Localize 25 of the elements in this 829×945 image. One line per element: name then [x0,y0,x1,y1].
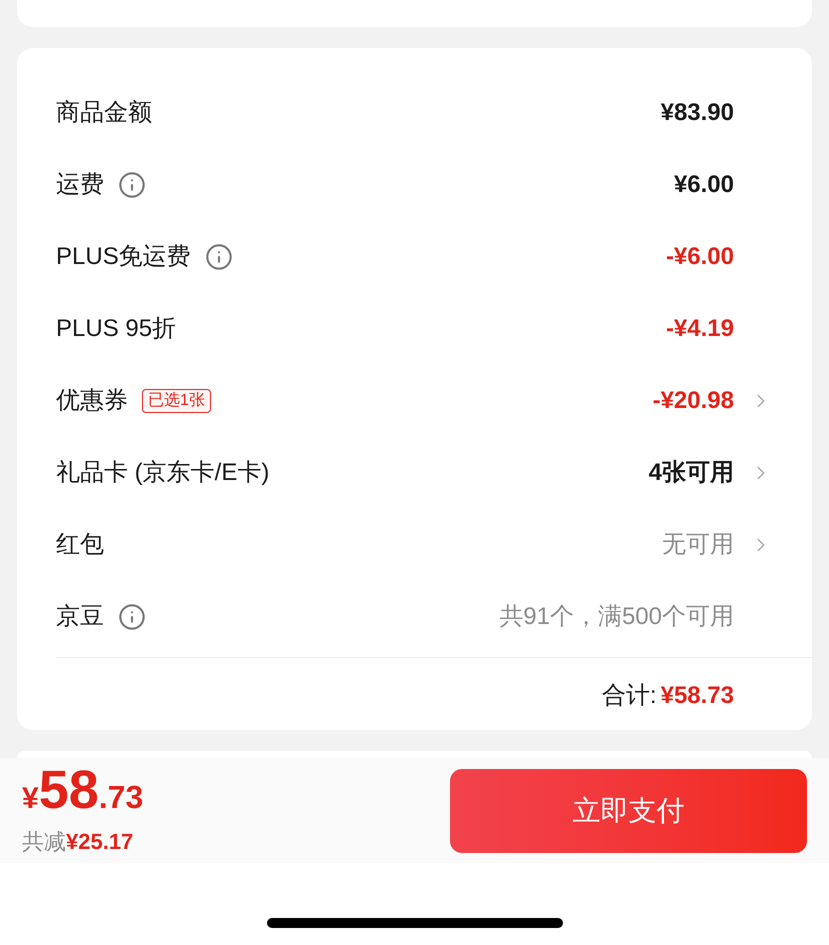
total-label: 合计: [602,681,657,711]
row-value: -¥6.00 [666,242,734,272]
row-value: ¥83.90 [660,98,734,128]
row-label: PLUS免运费 [56,242,191,272]
row-value[interactable]: 4张可用 [648,455,734,491]
row-value[interactable]: -¥20.98 [652,383,734,419]
row-label: 红包 [56,530,104,560]
row-label: 运费 [56,170,104,200]
info-icon[interactable] [204,243,233,271]
row-label: 京豆 [56,602,104,632]
row-label: 礼品卡 (京东卡/E卡) [56,458,270,488]
savings-text: 共减¥25.17 [22,828,134,856]
coupon-tag: 已选1张 [142,389,211,413]
row-label: PLUS 95折 [56,314,176,344]
row-label: 商品金额 [56,98,152,128]
row-value: -¥4.19 [666,314,734,344]
total-amount: ¥58.73 [660,681,734,711]
row-value: 共91个，满500个可用 [499,602,734,632]
pay-button[interactable]: 立即支付 [450,768,807,852]
info-icon[interactable] [118,603,146,631]
row-value: ¥6.00 [674,170,734,200]
row-value[interactable]: 无可用 [662,527,734,563]
row-label: 优惠券 [56,386,128,416]
info-icon[interactable] [118,171,146,199]
total-price: ¥58.73 [22,763,144,817]
